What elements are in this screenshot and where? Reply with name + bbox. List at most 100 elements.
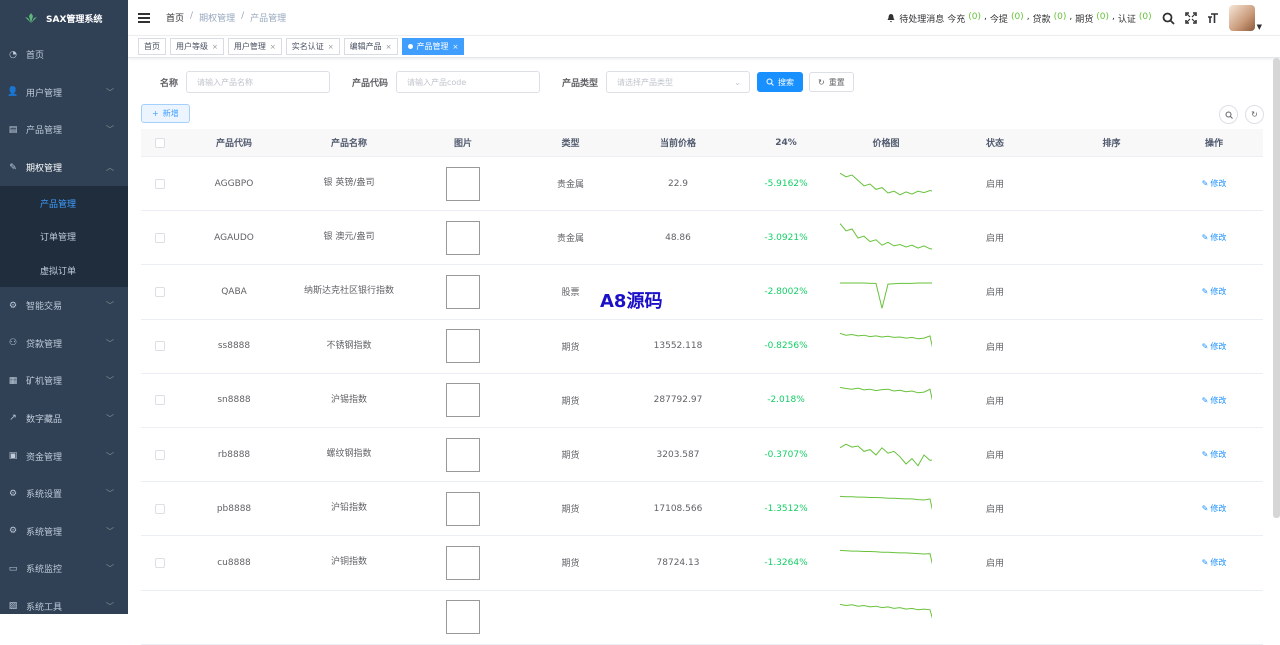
row-checkbox-cell bbox=[141, 449, 179, 460]
product-name: 银 澳元/盎司 bbox=[323, 232, 375, 243]
edit-button[interactable]: ✎ 修改 bbox=[1202, 178, 1227, 189]
row-checkbox[interactable] bbox=[155, 449, 165, 460]
user-menu[interactable]: ▼ bbox=[1228, 5, 1262, 31]
select-all-checkbox[interactable] bbox=[155, 137, 165, 148]
chevron-down-icon: ﹀ bbox=[106, 564, 114, 574]
row-checkbox[interactable] bbox=[155, 503, 165, 514]
add-button-label: 新增 bbox=[162, 109, 179, 118]
close-icon[interactable]: × bbox=[212, 43, 218, 51]
row-checkbox[interactable] bbox=[155, 232, 165, 243]
settings-icon: ⚙ bbox=[8, 488, 18, 499]
edit-button[interactable]: ✎ 修改 bbox=[1202, 286, 1227, 297]
chevron-down-icon: ﹀ bbox=[106, 376, 114, 386]
close-icon[interactable]: × bbox=[328, 43, 334, 51]
add-button[interactable]: + 新增 bbox=[141, 104, 190, 123]
product-image bbox=[446, 383, 480, 418]
edit-button[interactable]: ✎ 修改 bbox=[1202, 449, 1227, 460]
sidebar-item[interactable]: ⚇ 贷款管理 ﹀ bbox=[0, 324, 128, 362]
product-code-cell: AGGBPO bbox=[214, 178, 254, 189]
row-checkbox[interactable] bbox=[155, 395, 165, 406]
product-code-cell: cu8888 bbox=[217, 557, 251, 568]
price-sparkline bbox=[840, 172, 932, 195]
search-icon[interactable] bbox=[1162, 12, 1175, 25]
price-cell: 287792.97 bbox=[653, 395, 703, 406]
chevron-down-icon: ﹀ bbox=[106, 338, 114, 348]
refresh-button[interactable]: ↻ bbox=[1245, 105, 1264, 124]
name-label: 名称 bbox=[159, 78, 178, 89]
image-cell bbox=[409, 383, 517, 418]
fullscreen-icon[interactable] bbox=[1184, 12, 1197, 24]
close-icon[interactable]: × bbox=[386, 43, 392, 51]
notice-count: (0) bbox=[968, 11, 982, 22]
sidebar-item[interactable]: 👤 用户管理 ﹀ bbox=[0, 74, 128, 112]
tag-label: 编辑产品 bbox=[349, 42, 382, 51]
chevron-down-icon: ﹀ bbox=[106, 87, 114, 97]
sidebar-item[interactable]: ⚙ 系统管理 ﹀ bbox=[0, 512, 128, 550]
tag-item[interactable]: 用户管理 × bbox=[227, 38, 282, 55]
chevron-down-icon: ﹀ bbox=[106, 489, 114, 499]
edit-button[interactable]: ✎ 修改 bbox=[1202, 395, 1227, 406]
breadcrumb: 首页 / 期权管理 / 产品管理 bbox=[166, 11, 286, 24]
row-checkbox-cell bbox=[141, 178, 179, 189]
name-input[interactable]: 请输入产品名称 bbox=[186, 71, 330, 93]
sidebar-item[interactable]: ▤ 产品管理 ﹀ bbox=[0, 111, 128, 149]
sparkline-cell bbox=[840, 164, 932, 204]
sidebar-item[interactable]: ⚙ 智能交易 ﹀ bbox=[0, 287, 128, 325]
type-cell: 期货 bbox=[561, 396, 580, 407]
sidebar-subitem[interactable]: 产品管理 bbox=[0, 186, 128, 220]
app-title: SAX管理系统 bbox=[46, 14, 103, 25]
toggle-search-button[interactable] bbox=[1219, 105, 1238, 124]
breadcrumb-home[interactable]: 首页 bbox=[166, 11, 184, 24]
sparkline-cell bbox=[840, 597, 932, 637]
font-size-icon[interactable] bbox=[1207, 12, 1219, 24]
reset-button[interactable]: ↻ 重置 bbox=[809, 72, 854, 92]
tag-item[interactable]: 产品管理 × bbox=[401, 38, 465, 55]
notice-label: 认证 bbox=[1117, 14, 1136, 25]
tag-item[interactable]: 编辑产品 × bbox=[343, 38, 398, 55]
user-icon: 👤 bbox=[7, 87, 19, 98]
type-select[interactable]: 请选择产品类型 ⌄ bbox=[606, 71, 750, 93]
sidebar-item[interactable]: ↗ 数字藏品 ﹀ bbox=[0, 400, 128, 438]
sidebar-item[interactable]: ⚙ 系统设置 ﹀ bbox=[0, 475, 128, 513]
row-checkbox[interactable] bbox=[155, 557, 165, 568]
sidebar-item[interactable]: ✎ 期权管理 ︿ bbox=[0, 149, 128, 187]
page-scrollbar[interactable] bbox=[1273, 58, 1280, 518]
edit-button[interactable]: ✎ 修改 bbox=[1202, 503, 1227, 514]
row-checkbox[interactable] bbox=[155, 341, 165, 352]
tag-item[interactable]: 首页 bbox=[138, 38, 166, 55]
price-cell: 48.86 bbox=[665, 232, 691, 243]
refresh-icon: ↻ bbox=[1251, 110, 1258, 119]
sidebar-subitem[interactable]: 订单管理 bbox=[0, 220, 128, 254]
close-icon[interactable]: × bbox=[270, 43, 276, 51]
notice-bar[interactable]: 待处理消息 今充 (0) , 今提 (0) , 贷款 (0) , 期货 (0) , 认证… bbox=[886, 11, 1152, 25]
row-checkbox[interactable] bbox=[155, 286, 165, 297]
edit-button[interactable]: ✎ 修改 bbox=[1202, 341, 1227, 352]
tag-item[interactable]: 实名认证 × bbox=[285, 38, 340, 55]
edit-button[interactable]: ✎ 修改 bbox=[1202, 557, 1227, 568]
sparkline-cell bbox=[840, 380, 932, 420]
sidebar-subitem[interactable]: 虚拟订单 bbox=[0, 253, 128, 287]
tag-label: 产品管理 bbox=[416, 42, 449, 51]
sidebar-item[interactable]: ◔ 首页 bbox=[0, 36, 128, 74]
sidebar-item[interactable]: ▦ 矿机管理 ﹀ bbox=[0, 362, 128, 400]
code-input[interactable]: 请输入产品code bbox=[396, 71, 540, 93]
sidebar-item[interactable]: ▣ 资金管理 ﹀ bbox=[0, 437, 128, 475]
edit-label: 修改 bbox=[1210, 179, 1227, 189]
chevron-down-icon: ﹀ bbox=[106, 125, 114, 135]
sidebar-logo[interactable]: SAX管理系统 bbox=[0, 0, 128, 36]
tag-item[interactable]: 用户等级 × bbox=[170, 38, 224, 55]
sidebar-item[interactable]: ▭ 系统监控 ﹀ bbox=[0, 550, 128, 588]
notice-label: 期货 bbox=[1075, 14, 1094, 25]
close-icon[interactable]: × bbox=[453, 43, 459, 51]
edit-button[interactable]: ✎ 修改 bbox=[1202, 232, 1227, 243]
search-button[interactable]: 搜索 bbox=[757, 72, 803, 92]
action-cell: ✎ 修改 bbox=[1165, 503, 1263, 514]
row-checkbox[interactable] bbox=[155, 178, 165, 189]
column-header: 操作 bbox=[1204, 139, 1223, 149]
sidebar: SAX管理系统 ◔ 首页 👤 用户管理 ﹀ ▤ 产品管理 ﹀ ✎ 期权管理 ︿ 产品管理 订单管理 虚拟订… bbox=[0, 0, 128, 614]
hamburger-icon[interactable] bbox=[138, 12, 150, 23]
avatar[interactable] bbox=[1228, 5, 1255, 31]
edit-label: 修改 bbox=[1210, 504, 1227, 514]
refresh-icon: ↻ bbox=[818, 77, 825, 87]
sidebar-item[interactable]: ▨ 系统工具 ﹀ bbox=[0, 588, 128, 614]
